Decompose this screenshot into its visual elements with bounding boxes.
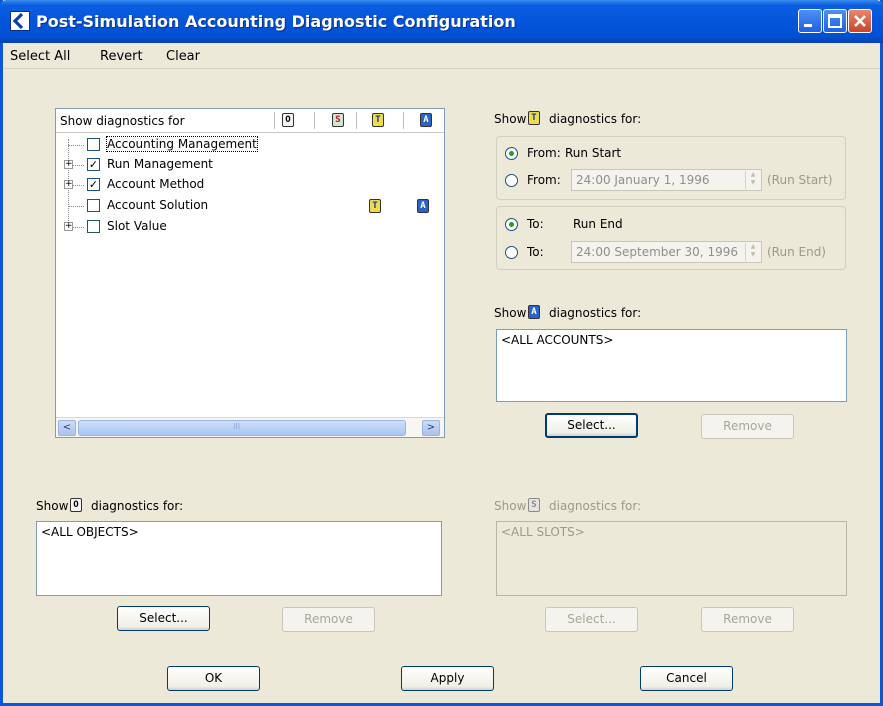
apply-button[interactable]: Apply — [401, 666, 494, 691]
list-item: <ALL SLOTS> — [501, 525, 585, 539]
slots-icon: S — [332, 113, 344, 127]
from-run-start-radio[interactable] — [505, 147, 518, 160]
expand-icon[interactable]: + — [64, 180, 73, 189]
time-icon: T — [528, 111, 540, 125]
from-label: From: — [527, 146, 561, 160]
close-button[interactable] — [848, 9, 872, 33]
scroll-right-icon[interactable]: > — [422, 420, 440, 436]
objects-show-prefix: Show — [36, 499, 69, 513]
slots-icon: S — [528, 498, 540, 512]
from-date-spinner[interactable]: 24:00 January 1, 1996 ▲ ▼ — [571, 169, 762, 191]
accounts-select-button[interactable]: Select... — [545, 413, 638, 438]
slots-show-suffix: diagnostics for: — [549, 499, 642, 513]
checkbox-slot-value[interactable] — [87, 220, 100, 233]
minimize-button[interactable] — [798, 9, 822, 33]
tree-row-label: Run Management — [107, 157, 213, 171]
tree-row-accounting-management[interactable]: Accounting Management — [56, 135, 444, 155]
to-run-end-value: Run End — [573, 217, 623, 231]
to-date-radio[interactable] — [505, 246, 518, 259]
horizontal-scrollbar[interactable]: < III > — [56, 417, 444, 437]
close-icon — [854, 15, 866, 27]
tree-row-account-method[interactable]: + ✓ Account Method — [56, 175, 444, 195]
ok-button[interactable]: OK — [167, 666, 260, 691]
objects-icon: O — [282, 113, 294, 127]
to-label: To: — [527, 245, 544, 259]
accounts-show-suffix: diagnostics for: — [549, 306, 642, 320]
time-show-prefix: Show — [494, 112, 527, 126]
to-run-end-radio[interactable] — [505, 218, 518, 231]
to-label: To: — [527, 217, 544, 231]
accounts-show-prefix: Show — [494, 306, 527, 320]
scroll-grip-icon: III — [233, 422, 241, 431]
time-icon: T — [369, 199, 381, 213]
list-item[interactable]: <ALL ACCOUNTS> — [501, 333, 613, 347]
checkbox-account-solution[interactable] — [87, 199, 100, 212]
from-hint: (Run Start) — [767, 173, 833, 187]
tree-row-account-solution[interactable]: Account Solution T A — [56, 196, 444, 216]
menu-select-all[interactable]: Select All — [10, 49, 70, 64]
from-run-start-value: Run Start — [565, 146, 622, 160]
accounts-remove-button[interactable]: Remove — [701, 414, 794, 439]
from-group: From: Run Start From: 24:00 January 1, 1… — [496, 136, 846, 200]
objects-select-button[interactable]: Select... — [117, 606, 210, 631]
maximize-button[interactable] — [823, 9, 847, 33]
cancel-button[interactable]: Cancel — [640, 666, 733, 691]
slots-show-prefix: Show — [494, 499, 527, 513]
time-show-suffix: diagnostics for: — [549, 112, 642, 126]
accounts-list[interactable]: <ALL ACCOUNTS> — [496, 329, 847, 402]
tree-row-slot-value[interactable]: + Slot Value — [56, 217, 444, 237]
objects-list[interactable]: <ALL OBJECTS> — [36, 521, 442, 596]
spinner-arrows-icon[interactable]: ▲ ▼ — [745, 243, 760, 261]
title-bar[interactable]: Post-Simulation Accounting Diagnostic Co… — [0, 0, 883, 43]
to-group: To: Run End To: 24:00 September 30, 1996… — [496, 206, 846, 270]
menu-bar: Select All Revert Clear — [3, 43, 880, 69]
objects-icon: O — [70, 498, 82, 512]
window-title: Post-Simulation Accounting Diagnostic Co… — [36, 12, 516, 31]
app-icon — [10, 11, 30, 31]
list-item[interactable]: <ALL OBJECTS> — [41, 525, 139, 539]
spinner-arrows-icon[interactable]: ▲ ▼ — [745, 171, 760, 189]
slots-remove-button[interactable]: Remove — [701, 607, 794, 632]
menu-revert[interactable]: Revert — [100, 49, 143, 64]
to-hint: (Run End) — [767, 245, 826, 259]
scroll-thumb[interactable]: III — [78, 420, 406, 436]
checkbox-accounting-management[interactable] — [87, 138, 100, 151]
tree-row-label: Accounting Management — [106, 136, 258, 152]
checkbox-account-method[interactable]: ✓ — [87, 178, 100, 191]
slots-select-button[interactable]: Select... — [545, 607, 638, 632]
diagnostics-tree[interactable]: Show diagnostics for O S T A Accounting … — [55, 108, 445, 438]
objects-remove-button[interactable]: Remove — [282, 607, 375, 632]
expand-icon[interactable]: + — [64, 222, 73, 231]
accounts-icon: A — [420, 113, 432, 127]
slots-list: <ALL SLOTS> — [496, 521, 847, 596]
to-date-spinner[interactable]: 24:00 September 30, 1996 ▲ ▼ — [571, 241, 762, 263]
maximize-icon — [828, 14, 842, 28]
checkbox-run-management[interactable]: ✓ — [87, 158, 100, 171]
expand-icon[interactable]: + — [64, 160, 73, 169]
from-date-value: 24:00 January 1, 1996 — [576, 173, 710, 187]
scroll-left-icon[interactable]: < — [58, 420, 76, 436]
tree-header: Show diagnostics for O S T A — [56, 109, 444, 133]
time-icon: T — [372, 113, 384, 127]
menu-clear[interactable]: Clear — [166, 49, 200, 64]
to-date-value: 24:00 September 30, 1996 — [576, 245, 738, 259]
tree-row-label: Account Method — [107, 177, 205, 191]
minimize-icon — [804, 24, 812, 27]
tree-header-label: Show diagnostics for — [60, 114, 185, 128]
dialog-window: Post-Simulation Accounting Diagnostic Co… — [0, 0, 883, 706]
from-label: From: — [527, 173, 561, 187]
from-date-radio[interactable] — [505, 174, 518, 187]
accounts-icon: A — [417, 199, 429, 213]
accounts-icon: A — [528, 305, 540, 319]
objects-show-suffix: diagnostics for: — [91, 499, 184, 513]
tree-row-label: Slot Value — [107, 219, 167, 233]
tree-row-run-management[interactable]: + ✓ Run Management — [56, 155, 444, 175]
tree-row-label: Account Solution — [107, 198, 209, 212]
